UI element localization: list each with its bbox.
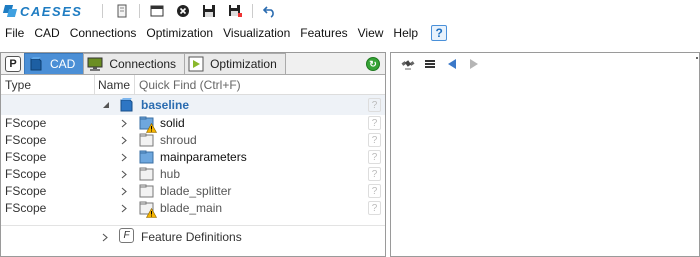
- tree-row-hub[interactable]: FScope hub ?: [1, 166, 385, 183]
- quick-find-input[interactable]: Quick Find (Ctrl+F): [135, 75, 241, 94]
- menu-help[interactable]: Help: [388, 22, 423, 44]
- toolbar-separator: [139, 4, 141, 18]
- cad-cube-icon: [28, 56, 44, 72]
- warning-icon: [145, 207, 158, 218]
- brand-name: CAESES: [20, 3, 83, 19]
- tree-row-solid[interactable]: FScope solid ?: [1, 115, 385, 133]
- tree-row-label: hub: [160, 167, 181, 181]
- tab-cad[interactable]: CAD: [24, 53, 85, 74]
- tab-connections[interactable]: Connections: [83, 53, 186, 74]
- app-logo: CAESES: [4, 2, 82, 20]
- tab-optimization-label: Optimization: [210, 57, 277, 71]
- folder-icon: [139, 166, 155, 182]
- menu-visualization[interactable]: Visualization: [218, 22, 295, 44]
- pin-p-button[interactable]: P: [5, 56, 21, 72]
- menu-bar: File CAD Connections Optimization Visual…: [0, 22, 700, 44]
- toolbar-separator: [102, 4, 104, 18]
- help-question-icon[interactable]: ?: [368, 133, 381, 147]
- row-type: FScope: [5, 116, 47, 130]
- save-as-icon[interactable]: [228, 4, 243, 18]
- satellite-icon[interactable]: [401, 57, 415, 71]
- help-question-icon[interactable]: ?: [431, 25, 448, 41]
- folder-icon: [139, 183, 155, 199]
- row-type: FScope: [5, 150, 47, 164]
- menu-features[interactable]: Features: [295, 22, 352, 44]
- object-tree-panel: P CAD Connections Optimization ↻ Type Na…: [0, 52, 386, 257]
- panel-corner-dot: [696, 57, 698, 59]
- tree-row-feature-definitions[interactable]: F Feature Definitions: [1, 225, 385, 245]
- viewer-toolbar: [391, 53, 699, 75]
- expand-arrow-icon[interactable]: [120, 203, 128, 213]
- expand-arrow-icon[interactable]: [120, 135, 128, 145]
- tree-row-label: shroud: [160, 133, 197, 147]
- save-icon[interactable]: [202, 4, 216, 18]
- menu-cad[interactable]: CAD: [29, 22, 64, 44]
- top-toolbar: CAESES: [0, 0, 700, 22]
- tab-connections-label: Connections: [109, 57, 177, 71]
- expand-arrow-icon[interactable]: [102, 231, 108, 245]
- tree-row-shroud[interactable]: FScope shroud ?: [1, 132, 385, 149]
- play-icon: [188, 56, 204, 72]
- help-question-icon[interactable]: ?: [368, 201, 381, 215]
- list-icon[interactable]: [423, 57, 437, 71]
- undo-icon[interactable]: [263, 4, 277, 18]
- viewer-panel: [390, 52, 700, 257]
- column-type[interactable]: Type: [1, 75, 95, 94]
- help-question-icon[interactable]: ?: [368, 184, 381, 198]
- close-circle-icon[interactable]: [176, 4, 190, 18]
- menu-optimization[interactable]: Optimization: [141, 22, 218, 44]
- menu-file[interactable]: File: [0, 22, 29, 44]
- help-question-icon[interactable]: ?: [368, 167, 381, 181]
- tree-root-label: baseline: [141, 98, 190, 112]
- row-type: FScope: [5, 184, 47, 198]
- tab-optimization[interactable]: Optimization: [184, 53, 286, 74]
- menu-view[interactable]: View: [353, 22, 389, 44]
- warning-icon: [145, 122, 158, 133]
- tree-row-label: blade_main: [160, 201, 223, 215]
- help-question-icon[interactable]: ?: [368, 150, 381, 164]
- logo-mark-icon: [4, 5, 16, 17]
- tree-row-label: mainparameters: [160, 150, 247, 164]
- back-arrow-icon[interactable]: [445, 57, 459, 71]
- tab-cad-label: CAD: [50, 57, 76, 71]
- tree-row-mainparameters[interactable]: FScope mainparameters ?: [1, 149, 385, 166]
- feature-f-icon: F: [119, 228, 134, 243]
- refresh-icon[interactable]: ↻: [366, 57, 380, 71]
- forward-arrow-icon[interactable]: [467, 57, 481, 71]
- tree-row-blade-main[interactable]: FScope blade_main ?: [1, 200, 385, 218]
- menu-connections[interactable]: Connections: [65, 22, 142, 44]
- expand-arrow-icon[interactable]: [120, 186, 128, 196]
- folder-icon: [139, 149, 155, 165]
- help-question-icon[interactable]: ?: [368, 116, 381, 130]
- column-name[interactable]: Name: [95, 75, 135, 94]
- tree-column-header: Type Name Quick Find (Ctrl+F): [1, 75, 385, 95]
- expand-arrow-icon[interactable]: [120, 152, 128, 162]
- new-window-icon[interactable]: [150, 4, 164, 18]
- row-type: FScope: [5, 133, 47, 147]
- monitor-icon: [87, 56, 103, 72]
- tree-row-blade-splitter[interactable]: FScope blade_splitter ?: [1, 183, 385, 200]
- bookmark-icon[interactable]: [115, 4, 129, 18]
- collapse-arrow-icon[interactable]: [102, 100, 110, 110]
- cad-cube-icon: [119, 97, 135, 113]
- tree-row-label: blade_splitter: [160, 184, 232, 198]
- expand-arrow-icon[interactable]: [120, 169, 128, 179]
- row-type: FScope: [5, 167, 47, 181]
- expand-arrow-icon[interactable]: [120, 118, 128, 128]
- panel-tab-bar: P CAD Connections Optimization ↻: [1, 53, 385, 75]
- row-type: FScope: [5, 201, 47, 215]
- folder-icon: [139, 132, 155, 148]
- tree-row-label: solid: [160, 116, 185, 130]
- help-question-icon[interactable]: ?: [368, 98, 381, 112]
- tree-row-label: Feature Definitions: [141, 230, 242, 244]
- toolbar-separator: [252, 4, 254, 18]
- tree-root-row[interactable]: baseline ?: [1, 95, 385, 115]
